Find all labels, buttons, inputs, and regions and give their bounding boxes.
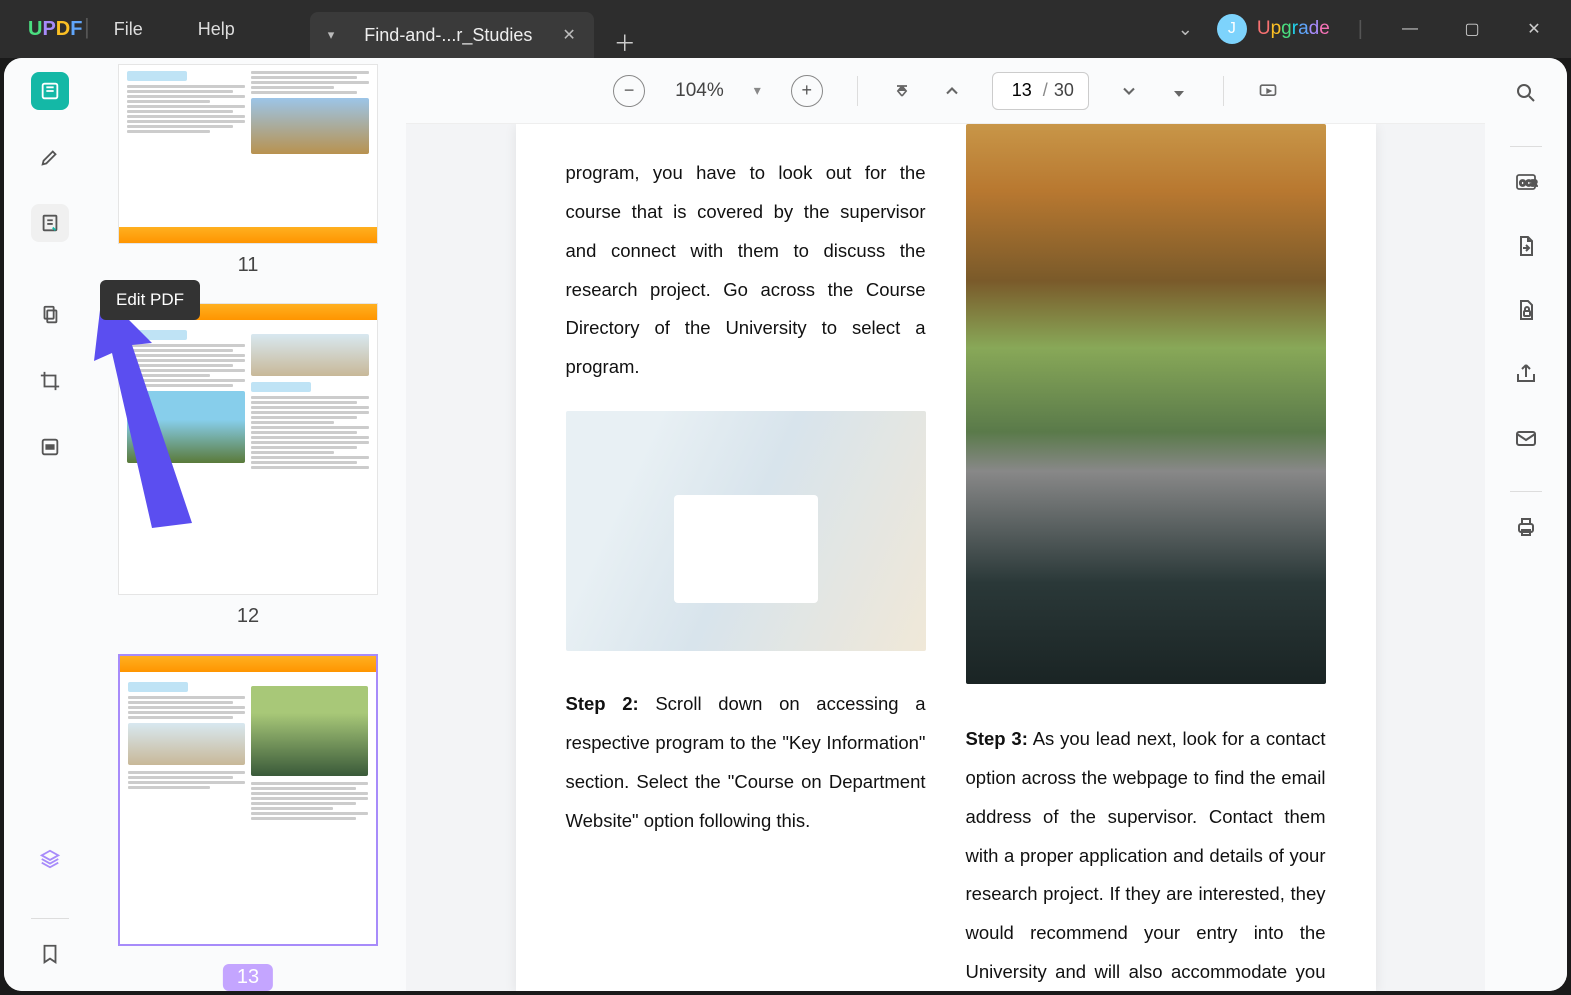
body-text: program, you have to look out for the co… [566, 124, 926, 387]
organize-pages-button[interactable] [31, 296, 69, 334]
page-input-box[interactable]: / 30 [992, 72, 1089, 110]
tab-title: Find-and-...r_Studies [364, 25, 532, 46]
export-button[interactable] [1509, 229, 1543, 263]
email-button[interactable] [1509, 421, 1543, 455]
ocr-button[interactable]: OCR [1509, 165, 1543, 199]
recent-dropdown-icon[interactable]: ⌄ [1178, 19, 1193, 40]
separator: | [84, 14, 90, 40]
thumbnail-label-11: 11 [118, 254, 378, 277]
share-button[interactable] [1509, 357, 1543, 391]
page-slash: / [1043, 80, 1048, 101]
zoom-out-button[interactable]: − [613, 75, 645, 107]
protect-button[interactable] [1509, 293, 1543, 327]
upgrade-button[interactable]: Upgrade [1257, 18, 1330, 40]
body-text: Step 2: Scroll down on accessing a respe… [566, 685, 926, 840]
content-image-bridge [966, 124, 1326, 684]
new-tab-button[interactable]: ＋ [614, 26, 636, 58]
content-image-students [566, 411, 926, 651]
reader-mode-button[interactable] [31, 72, 69, 110]
thumbnail-page-11[interactable] [118, 64, 378, 244]
left-tool-rail [4, 58, 96, 991]
separator: | [1358, 18, 1363, 41]
rail-separator [31, 918, 69, 919]
document-tab[interactable]: ▾ Find-and-...r_Studies ✕ [310, 12, 594, 58]
thumbnail-label-12: 12 [118, 605, 378, 628]
last-page-button[interactable] [1169, 81, 1189, 101]
page-viewport[interactable]: program, you have to look out for the co… [406, 124, 1485, 991]
view-toolbar: − 104% ▾ + / 30 [406, 58, 1485, 124]
app-body: Edit PDF 11 12 13 [4, 58, 1567, 991]
menu-file[interactable]: File [114, 19, 143, 40]
tab-dropdown-icon[interactable]: ▾ [328, 27, 335, 43]
zoom-dropdown-icon[interactable]: ▾ [754, 82, 761, 99]
tab-close-icon[interactable]: ✕ [562, 25, 575, 45]
page-column-left: program, you have to look out for the co… [566, 124, 926, 951]
print-button[interactable] [1509, 510, 1543, 544]
body-text: Step 3: As you lead next, look for a con… [966, 720, 1326, 991]
search-button[interactable] [1509, 76, 1543, 110]
prev-page-button[interactable] [942, 81, 962, 101]
pdf-page: program, you have to look out for the co… [516, 124, 1376, 991]
tooltip-edit-pdf: Edit PDF [100, 280, 200, 320]
page-total: 30 [1054, 80, 1074, 101]
page-current-input[interactable] [1007, 80, 1037, 101]
maximize-button[interactable]: ▢ [1453, 19, 1491, 39]
right-tool-rail: OCR [1485, 58, 1567, 991]
minimize-button[interactable]: — [1391, 20, 1429, 38]
main-area: − 104% ▾ + / 30 program, you have to loo… [406, 58, 1485, 991]
svg-text:OCR: OCR [1520, 179, 1538, 188]
zoom-value: 104% [675, 80, 724, 102]
titlebar: UPDF | File Help ▾ Find-and-...r_Studies… [0, 0, 1571, 58]
next-page-button[interactable] [1119, 81, 1139, 101]
menu-help[interactable]: Help [198, 19, 235, 40]
thumbnail-label-13: 13 [223, 964, 273, 991]
toolbar-separator [1223, 76, 1224, 106]
user-avatar[interactable]: J [1217, 14, 1247, 44]
bookmark-button[interactable] [31, 935, 69, 973]
thumbnail-page-13[interactable] [118, 654, 378, 946]
redact-button[interactable] [31, 428, 69, 466]
close-window-button[interactable]: ✕ [1515, 19, 1553, 39]
page-column-right: Step 3: As you lead next, look for a con… [966, 124, 1326, 951]
first-page-button[interactable] [892, 81, 912, 101]
thumbnail-panel[interactable]: 11 12 13 [96, 58, 406, 991]
app-logo: UPDF [0, 18, 60, 41]
thumbnail-page-12[interactable] [118, 303, 378, 595]
rail-separator [1510, 491, 1542, 492]
rail-separator [1510, 146, 1542, 147]
crop-button[interactable] [31, 362, 69, 400]
tab-strip: ▾ Find-and-...r_Studies ✕ ＋ [310, 0, 636, 58]
layers-button[interactable] [31, 840, 69, 878]
zoom-in-button[interactable]: + [791, 75, 823, 107]
annotate-button[interactable] [31, 138, 69, 176]
presentation-button[interactable] [1258, 81, 1278, 101]
edit-pdf-button[interactable] [31, 204, 69, 242]
toolbar-separator [857, 76, 858, 106]
